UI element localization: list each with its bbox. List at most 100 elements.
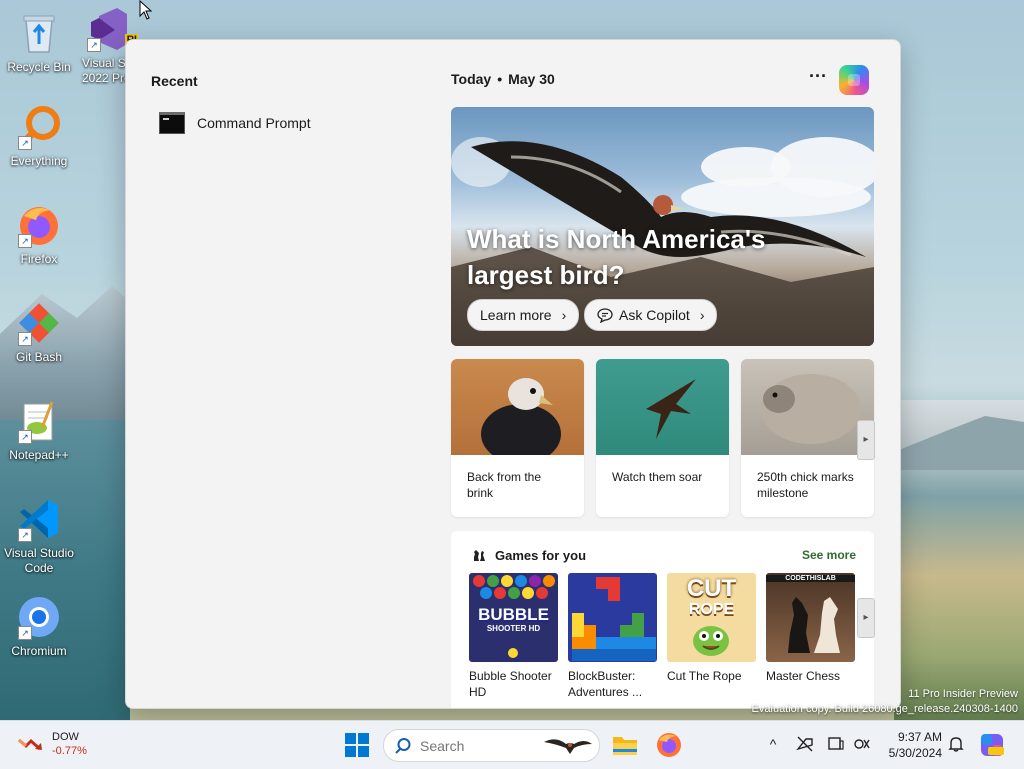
stock-name: DOW (52, 731, 79, 743)
chess-piece-icon (474, 550, 485, 561)
game-image-bubble-shooter: BUBBLE SHOOTER HD (469, 573, 558, 662)
news-card-image (451, 359, 584, 455)
desktop-icon-git-bash[interactable]: ↗ Git Bash (0, 300, 78, 365)
git-bash-icon: ↗ (16, 300, 62, 346)
show-hidden-icons-chevron-icon[interactable]: ^ (764, 735, 782, 753)
desktop-icon-label: Chromium (11, 644, 67, 658)
game-tile[interactable]: BlockBuster: Adventures ... (568, 573, 657, 700)
notepad-plus-plus-icon: ↗ (16, 398, 62, 444)
game-art-subtitle: SHOOTER HD (486, 624, 541, 633)
network-disconnected-icon[interactable] (796, 735, 814, 753)
game-tile[interactable]: CUT ROPE Cut The Rope (667, 573, 756, 684)
chromium-icon: ↗ (16, 594, 62, 640)
chevron-right-icon: › (561, 307, 567, 323)
recent-item-command-prompt[interactable]: Command Prompt (159, 108, 311, 138)
notification-bell-icon[interactable] (947, 735, 965, 753)
recent-heading: Recent (151, 73, 198, 89)
clock-time: 9:37 AM (897, 730, 942, 744)
desktop-icon-label: Everything (10, 154, 68, 168)
accessibility-icon[interactable] (853, 735, 871, 753)
news-card[interactable]: Watch them soar (596, 359, 729, 517)
stock-trend-down-icon (18, 738, 42, 751)
stock-widget[interactable]: DOW -0.77% (18, 730, 87, 758)
news-card-image (741, 359, 874, 455)
today-separator: • (497, 71, 503, 87)
shortcut-arrow-icon: ↗ (18, 430, 32, 444)
today-label: Today (451, 71, 492, 87)
desktop-icon-label: Visual Studio Code (4, 546, 74, 575)
desktop-icon-everything[interactable]: ↗ Everything (0, 104, 78, 169)
shortcut-arrow-icon: ↗ (18, 626, 32, 640)
hero-card[interactable]: What is North America's largest bird? Le… (451, 107, 874, 346)
news-card[interactable]: Back from the brink (451, 359, 584, 517)
game-image-master-chess: CODETHISLAB (766, 573, 855, 662)
search-icon (395, 737, 411, 754)
game-image-blockbuster (568, 573, 657, 662)
games-section: Games for you See more BUBBLE SHOOTER HD… (451, 531, 874, 708)
desktop-icon-firefox[interactable]: ↗ Firefox (0, 202, 78, 267)
desktop-icon-vscode[interactable]: ↗ Visual Studio Code (0, 496, 78, 576)
everything-search-icon: ↗ (16, 104, 62, 150)
vscode-icon: ↗ (16, 496, 62, 542)
news-card-image (596, 359, 729, 455)
watermark-line2: Evaluation copy. Build 26080.ge_release.… (751, 703, 1018, 715)
shortcut-arrow-icon: ↗ (18, 528, 32, 542)
firefox-taskbar-icon[interactable] (655, 731, 683, 759)
desktop-icon-recycle-bin[interactable]: Recycle Bin (0, 10, 78, 75)
game-tile[interactable]: CODETHISLAB Master Chess (766, 573, 855, 684)
learn-more-button[interactable]: Learn more › (467, 299, 580, 331)
today-header: Today • May 30 (451, 71, 555, 87)
games-heading: Games for you (471, 547, 586, 563)
scroll-right-button[interactable]: ▸ (857, 598, 875, 638)
clock-date: 5/30/2024 (888, 746, 942, 760)
windows-watermark: 11 Pro Insider Preview Evaluation copy. … (752, 687, 1018, 717)
firefox-icon: ↗ (16, 202, 62, 248)
game-art-title: BUBBLE (478, 605, 549, 624)
taskbar-search-box[interactable] (383, 729, 600, 762)
shortcut-arrow-icon: ↗ (18, 136, 32, 150)
chat-bubble-icon (597, 308, 613, 323)
news-card-caption: Watch them soar (612, 470, 703, 484)
shortcut-arrow-icon: ↗ (18, 332, 32, 346)
ask-copilot-label: Ask Copilot (619, 307, 690, 323)
windows-start-icon[interactable] (343, 731, 371, 759)
news-card[interactable]: 250th chick marks milestone (741, 359, 874, 517)
game-tile[interactable]: BUBBLE SHOOTER HD Bubble Shooter HD (469, 573, 558, 700)
command-prompt-icon (159, 112, 185, 134)
search-input[interactable] (418, 736, 542, 755)
ask-copilot-button[interactable]: Ask Copilot › (584, 299, 718, 331)
chevron-right-icon: › (699, 307, 705, 323)
learn-more-label: Learn more (480, 307, 552, 323)
desktop-icon-chromium[interactable]: ↗ Chromium (0, 594, 78, 659)
hero-title: What is North America's largest bird? (467, 224, 766, 290)
scroll-right-button[interactable]: ▸ (857, 420, 875, 460)
games-title: Games for you (495, 547, 587, 563)
desktop-icon-notepad-plus-plus[interactable]: ↗ Notepad++ (0, 398, 78, 463)
shortcut-arrow-icon: ↗ (18, 234, 32, 248)
copilot-preview-icon[interactable] (980, 733, 1004, 757)
copilot-icon[interactable] (839, 65, 869, 95)
search-highlight-condor-icon (544, 738, 592, 754)
stock-change: -0.77% (52, 745, 87, 757)
system-clock[interactable]: 9:37 AM 5/30/2024 (884, 729, 942, 761)
game-name: Bubble Shooter HD (469, 669, 552, 699)
today-date: May 30 (508, 71, 555, 87)
file-explorer-icon[interactable] (611, 731, 639, 759)
shortcut-arrow-icon: ↗ (87, 38, 101, 52)
news-card-caption: 250th chick marks milestone (757, 470, 854, 500)
recycle-bin-icon (16, 10, 62, 56)
recent-item-label: Command Prompt (197, 115, 311, 131)
desktop-icon-label: Firefox (20, 252, 58, 266)
watermark-line1: 11 Pro Insider Preview (908, 688, 1018, 700)
game-name: Master Chess (766, 669, 841, 683)
more-options-button[interactable]: ··· (806, 66, 830, 90)
news-card-caption: Back from the brink (467, 470, 542, 500)
display-icon[interactable] (827, 735, 845, 753)
game-name: Cut The Rope (667, 669, 742, 683)
game-image-cut-the-rope: CUT ROPE (667, 573, 756, 662)
desktop-icon-label: Notepad++ (9, 448, 69, 462)
game-name: BlockBuster: Adventures ... (568, 669, 643, 699)
see-more-link[interactable]: See more (802, 548, 856, 562)
mouse-cursor-icon (139, 0, 153, 20)
desktop-icon-label: Recycle Bin (7, 60, 71, 74)
